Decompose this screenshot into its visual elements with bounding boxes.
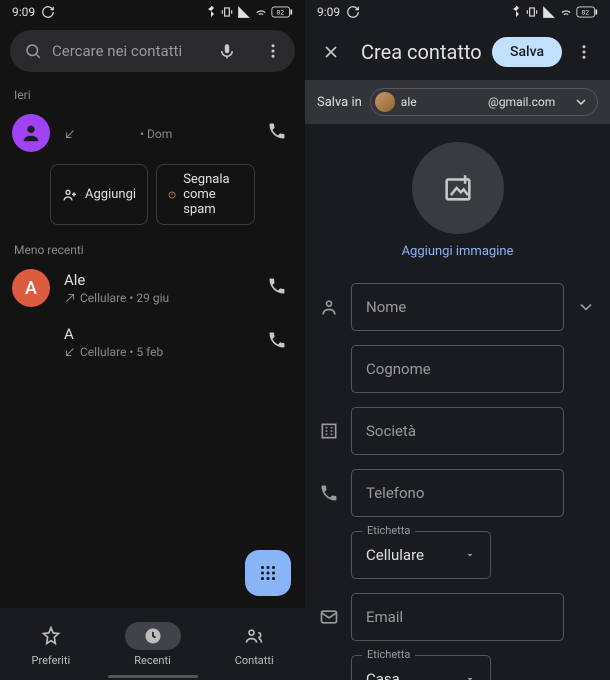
mic-icon xyxy=(218,42,236,60)
bluetooth-icon xyxy=(205,6,217,18)
battery-icon: 82 xyxy=(576,6,598,18)
spam-chip[interactable]: Segnala come spam xyxy=(156,164,255,225)
wifi-icon xyxy=(559,5,573,19)
phone-icon xyxy=(317,469,341,503)
save-button[interactable]: Salva xyxy=(492,37,562,67)
call-meta: • Dom xyxy=(64,127,247,141)
outgoing-arrow-icon xyxy=(64,292,76,304)
section-yesterday: Ieri xyxy=(0,78,305,106)
phone-icon xyxy=(267,276,287,296)
status-time: 9:09 xyxy=(12,5,35,19)
more-vert-icon xyxy=(264,42,282,60)
add-chip[interactable]: Aggiungi xyxy=(50,164,148,225)
email-label-dropdown[interactable]: Etichetta Casa xyxy=(351,655,491,680)
phone-field[interactable]: Telefono xyxy=(351,469,564,517)
incoming-arrow-icon xyxy=(64,128,76,140)
person-icon xyxy=(20,122,42,144)
svg-text:82: 82 xyxy=(277,9,285,17)
nav-favorites[interactable]: Preferiti xyxy=(0,608,102,680)
incoming-arrow-icon xyxy=(64,346,76,358)
phone-icon xyxy=(267,330,287,350)
expand-name-button[interactable] xyxy=(574,283,598,317)
phone-label-dropdown[interactable]: Etichetta Cellulare xyxy=(351,531,491,579)
nav-recent[interactable]: Recenti xyxy=(102,608,204,680)
phone-icon xyxy=(267,121,287,141)
save-in-label: Salva in xyxy=(317,95,362,110)
people-icon xyxy=(244,626,264,646)
header: Crea contatto Salva xyxy=(305,24,610,80)
more-button[interactable] xyxy=(255,33,291,69)
account-selector[interactable]: ale @gmail.com xyxy=(370,88,598,116)
wifi-icon xyxy=(254,5,268,19)
account-avatar xyxy=(375,92,395,112)
battery-icon: 82 xyxy=(271,6,293,18)
star-icon xyxy=(41,626,61,646)
vibrate-icon xyxy=(525,5,539,19)
mic-button[interactable] xyxy=(209,33,245,69)
dialpad-fab[interactable] xyxy=(245,550,291,596)
more-vert-icon xyxy=(575,43,593,61)
close-button[interactable] xyxy=(313,34,349,70)
call-name: Ale xyxy=(64,271,247,289)
surname-field[interactable]: Cognome xyxy=(351,345,564,393)
status-time: 9:09 xyxy=(317,5,340,19)
chevron-down-icon xyxy=(576,297,596,317)
avatar xyxy=(12,114,50,152)
add-photo-icon xyxy=(441,171,475,205)
call-row[interactable]: A Cellulare • 5 feb xyxy=(0,315,305,369)
search-bar[interactable]: Cercare nei contatti xyxy=(10,30,295,72)
page-title: Crea contatto xyxy=(353,40,488,64)
dropdown-arrow-icon xyxy=(464,673,476,680)
chevron-down-icon xyxy=(573,94,589,110)
call-button[interactable] xyxy=(261,270,293,306)
call-meta: Cellulare • 5 feb xyxy=(64,345,247,359)
email-field[interactable]: Email xyxy=(351,593,564,641)
call-row[interactable]: • Dom xyxy=(0,106,305,160)
call-button[interactable] xyxy=(261,115,293,151)
dropdown-arrow-icon xyxy=(464,549,476,561)
call-row[interactable]: A Ale Cellulare • 29 giu xyxy=(0,261,305,315)
save-in-bar: Salva in ale @gmail.com xyxy=(305,80,610,124)
status-bar: 9:09 82 xyxy=(0,0,305,24)
dialpad-icon xyxy=(257,562,279,584)
call-name: A xyxy=(64,325,247,343)
signal-icon xyxy=(237,5,251,19)
signal-icon xyxy=(542,5,556,19)
call-button[interactable] xyxy=(261,324,293,360)
avatar: A xyxy=(12,269,50,307)
more-button[interactable] xyxy=(566,34,602,70)
alert-icon xyxy=(168,187,176,203)
name-field[interactable]: Nome xyxy=(351,283,564,331)
add-image-link[interactable]: Aggiungi immagine xyxy=(402,244,514,259)
sync-icon xyxy=(41,5,55,19)
close-icon xyxy=(321,42,341,62)
clock-icon xyxy=(143,626,163,646)
bluetooth-icon xyxy=(510,6,522,18)
search-icon xyxy=(24,42,42,60)
section-older: Meno recenti xyxy=(0,233,305,261)
company-icon xyxy=(317,407,341,441)
company-field[interactable]: Società xyxy=(351,407,564,455)
search-placeholder: Cercare nei contatti xyxy=(52,42,199,60)
account-email: ale @gmail.com xyxy=(401,95,567,109)
email-icon xyxy=(317,593,341,627)
status-bar: 9:09 82 xyxy=(305,0,610,24)
sync-icon xyxy=(346,5,360,19)
call-meta: Cellulare • 29 giu xyxy=(64,291,247,305)
vibrate-icon xyxy=(220,5,234,19)
add-photo-button[interactable] xyxy=(412,142,504,234)
bottom-nav: Preferiti Recenti Contatti xyxy=(0,608,305,680)
gesture-bar xyxy=(108,675,198,678)
svg-text:82: 82 xyxy=(582,9,590,17)
avatar xyxy=(12,323,50,361)
person-icon xyxy=(317,283,341,317)
nav-contacts[interactable]: Contatti xyxy=(203,608,305,680)
person-add-icon xyxy=(62,187,78,203)
